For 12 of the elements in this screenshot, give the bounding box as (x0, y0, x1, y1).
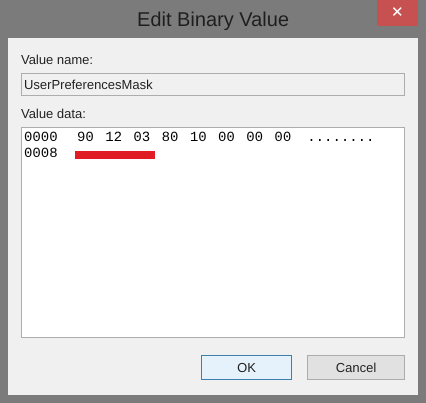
window-title: Edit Binary Value (137, 8, 289, 33)
value-data-field[interactable]: 0000 90 12 03 80 10 00 00 00 ........ 0008 (21, 127, 405, 338)
dialog-button[interactable]: Cancel (307, 355, 405, 380)
close-button[interactable]: ✕ (377, 0, 418, 26)
hex-bytes: 90 12 03 80 10 00 00 00 (77, 130, 292, 146)
dialog-button[interactable]: OK (201, 355, 292, 380)
value-name-field[interactable]: UserPreferencesMask (21, 73, 405, 96)
ascii-text: ........ (307, 130, 374, 146)
hex-offset: 0008 (24, 146, 59, 162)
field-label: Value name: (21, 52, 94, 68)
hex-offset: 0000 (24, 130, 59, 146)
field-label: Value data: (21, 106, 87, 122)
